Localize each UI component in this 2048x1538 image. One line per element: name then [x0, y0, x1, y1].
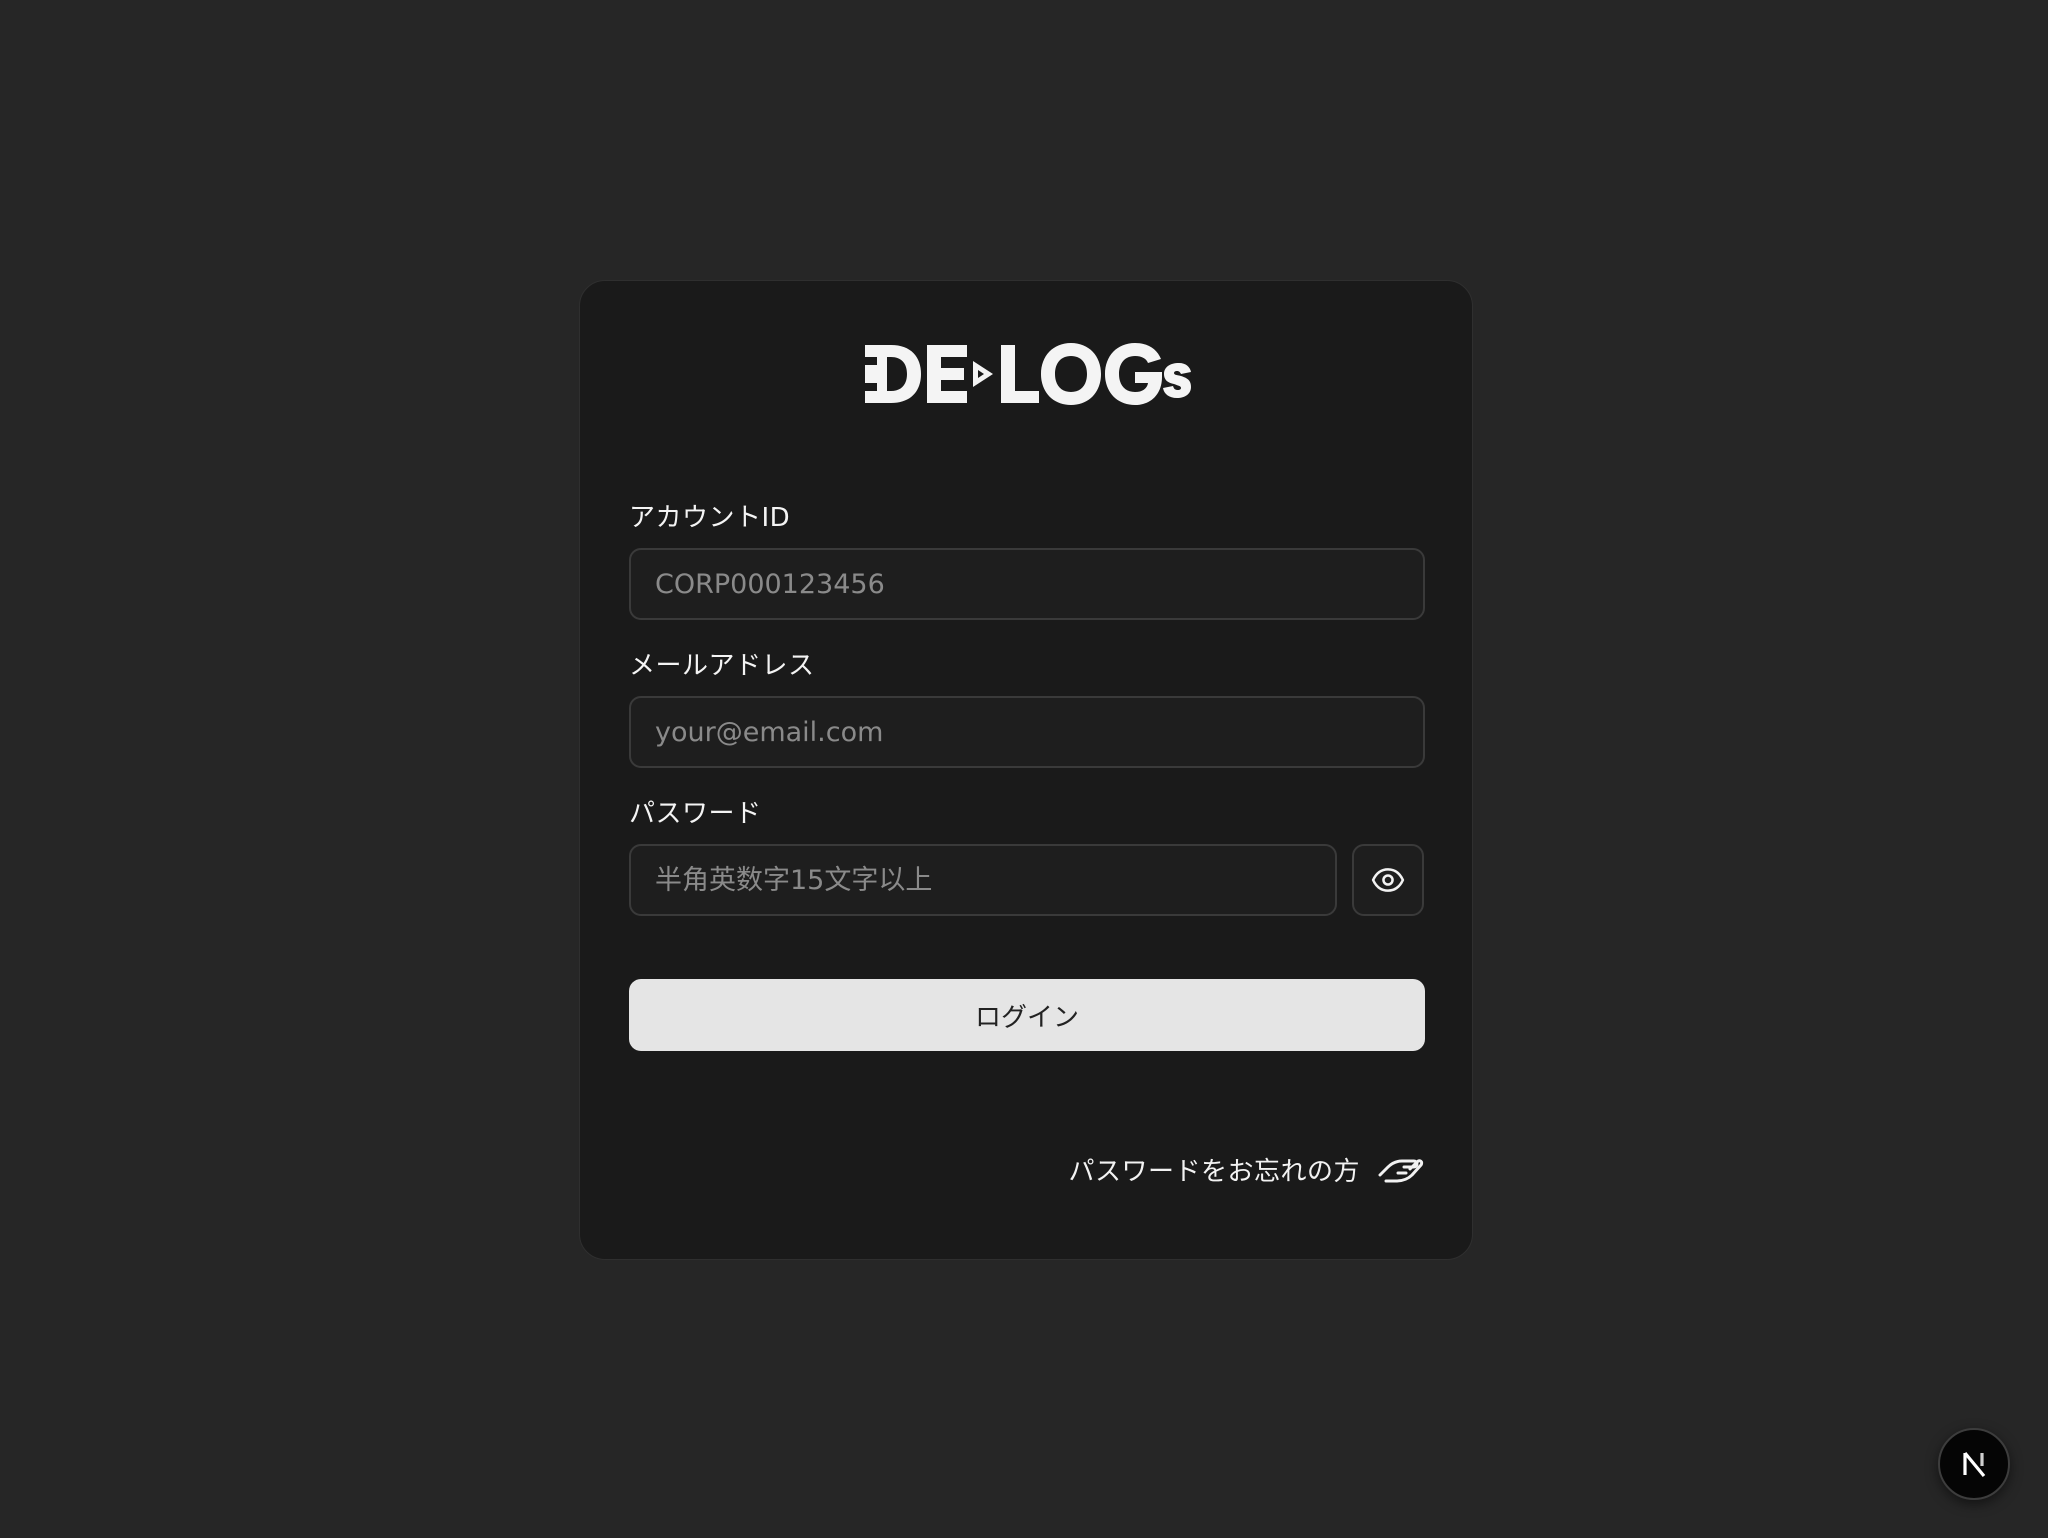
forgot-password-label: パスワードをお忘れの方	[1068, 1157, 1360, 1187]
toggle-password-visibility-button[interactable]	[1352, 844, 1424, 916]
email-label: メールアドレス	[629, 651, 815, 681]
password-input[interactable]	[629, 844, 1337, 916]
login-page: アカウントID メールアドレス パスワード ログイン パスワードをお忘れの方	[0, 0, 2048, 1538]
nextjs-dev-badge[interactable]	[1938, 1428, 2010, 1500]
forgot-password-link[interactable]: パスワードをお忘れの方	[1068, 1151, 1424, 1188]
email-input[interactable]	[629, 696, 1425, 768]
account-id-input[interactable]	[629, 548, 1425, 620]
eye-icon	[1371, 868, 1405, 892]
helping-hand-icon	[1378, 1158, 1424, 1182]
login-card: アカウントID メールアドレス パスワード ログイン パスワードをお忘れの方	[579, 280, 1473, 1260]
delogs-logo	[865, 343, 1191, 405]
login-button[interactable]: ログイン	[629, 979, 1425, 1051]
nextjs-n-icon	[1963, 1451, 1986, 1478]
account-id-label: アカウントID	[629, 503, 791, 533]
password-label: パスワード	[629, 799, 762, 829]
